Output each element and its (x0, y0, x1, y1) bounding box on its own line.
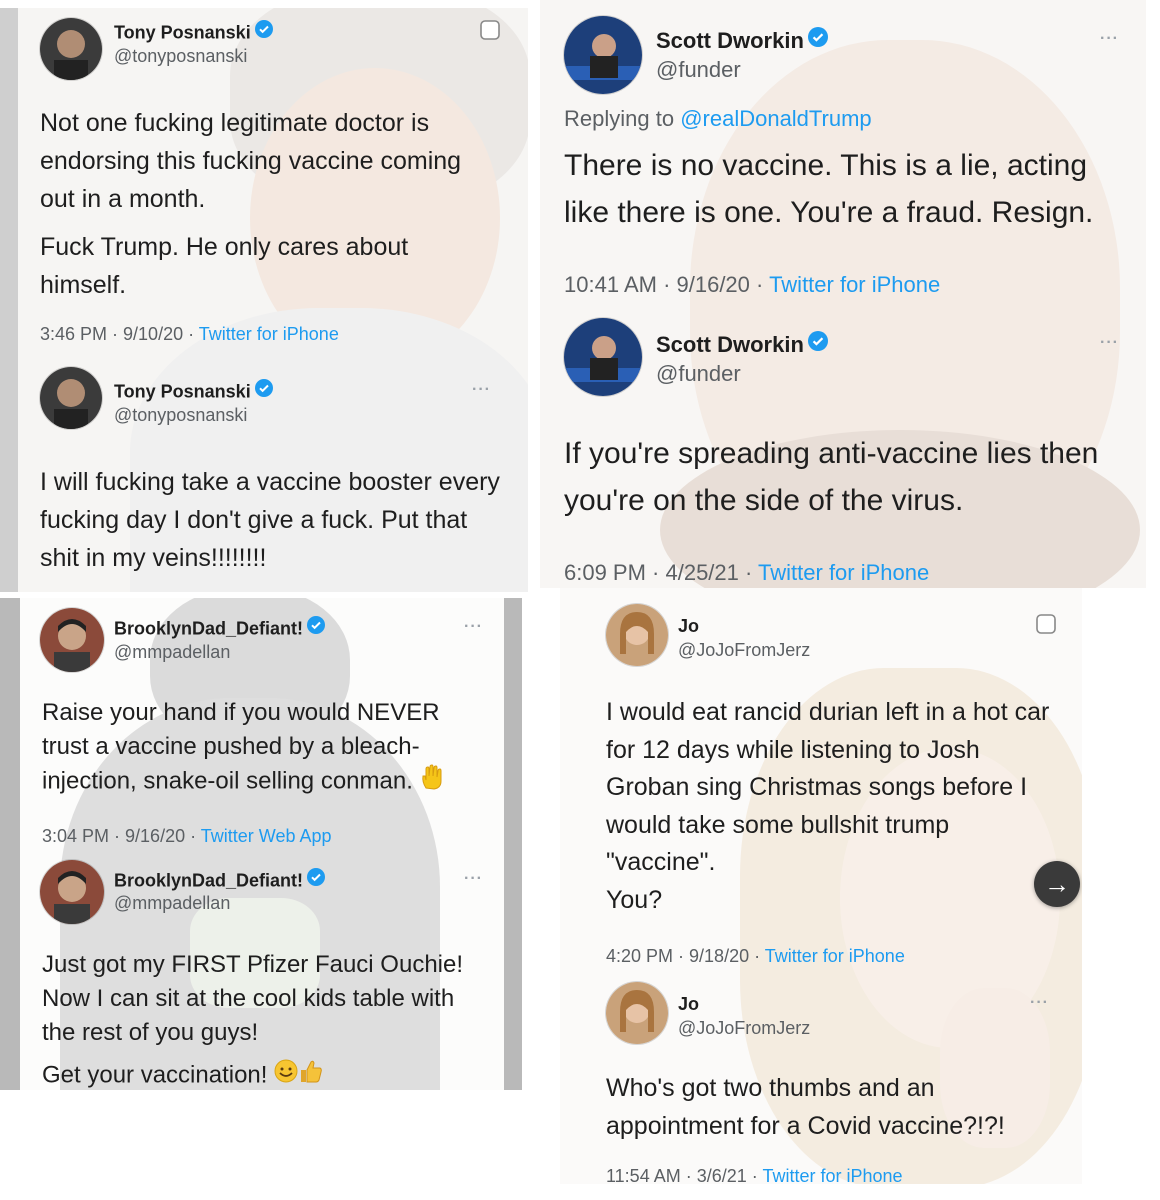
tweet-source-link[interactable]: Twitter Web App (201, 826, 332, 846)
tweet-paragraph: Get your vaccination! (42, 1058, 488, 1090)
tweet-paragraph: I would eat rancid durian left in a hot … (606, 698, 1050, 876)
tweet-paragraph: Just got my FIRST Pfizer Fauci Ouchie! N… (42, 951, 464, 1046)
tweet-paragraph: Who's got two thumbs and an appointment … (606, 1074, 1005, 1140)
tweet-paragraph: Fuck Trump. He only cares about himself. (40, 233, 409, 299)
smiling-face-emoji (274, 1059, 298, 1090)
tweet-paragraph: If you're spreading anti-vaccine lies th… (564, 437, 1099, 517)
author-name[interactable]: Jo (678, 994, 699, 1015)
author-handle[interactable]: @mmpadellan (114, 893, 230, 914)
author-handle[interactable]: @tonyposnanski (114, 46, 247, 67)
panel-scott-dworkin: Scott Dworkin @funder ··· Replying to @r… (540, 0, 1146, 588)
author-name[interactable]: Tony Posnanski (114, 20, 273, 45)
author-name[interactable]: Scott Dworkin (656, 331, 828, 359)
author-handle[interactable]: @JoJoFromJerz (678, 640, 810, 661)
thumbs-up-emoji (298, 1058, 324, 1090)
tweet-source-link[interactable]: Twitter for iPhone (769, 272, 940, 297)
tweet[interactable]: BrooklynDad_Defiant! @mmpadellan ··· Jus… (0, 856, 522, 1090)
more-options-button[interactable]: ··· (1030, 994, 1049, 1012)
author-handle[interactable]: @funder (656, 57, 741, 83)
tweet[interactable]: Scott Dworkin @funder ··· Replying to @r… (540, 0, 1146, 305)
avatar[interactable] (40, 608, 104, 672)
replying-to: Replying to @realDonaldTrump (564, 106, 872, 132)
verified-badge-icon (807, 331, 828, 357)
avatar[interactable] (564, 16, 642, 94)
tweet[interactable]: Jo @JoJoFromJerz I would eat rancid duri… (560, 588, 1082, 980)
timestamp-text: 10:41 AM · 9/16/20 · (564, 272, 770, 297)
tweet[interactable]: Jo @JoJoFromJerz ··· Who's got two thumb… (560, 980, 1082, 1184)
verified-badge-icon (307, 868, 326, 891)
raised-hand-emoji (420, 764, 444, 800)
panel-brooklyn-dad: BrooklynDad_Defiant! @mmpadellan ··· Rai… (0, 598, 522, 1090)
tweet-timestamp[interactable]: 10:41 AM · 9/16/20 · Twitter for iPhone (564, 272, 940, 298)
copy-icon[interactable] (1034, 612, 1058, 641)
tweet-text: Not one fucking legitimate doctor is end… (40, 104, 500, 304)
avatar[interactable] (606, 982, 668, 1044)
more-options-button[interactable]: ··· (1100, 334, 1119, 352)
timestamp-text: 4:20 PM · 9/18/20 · (606, 946, 765, 966)
tweet-timestamp[interactable]: 4:20 PM · 9/18/20 · Twitter for iPhone (606, 946, 905, 967)
avatar[interactable] (606, 604, 668, 666)
author-name[interactable]: Scott Dworkin (656, 27, 828, 55)
timestamp-text: 6:09 PM · 4/25/21 · (564, 560, 759, 585)
avatar[interactable] (40, 367, 102, 429)
tweet-timestamp[interactable]: 3:04 PM · 9/16/20 · Twitter Web App (42, 826, 332, 847)
author-handle[interactable]: @JoJoFromJerz (678, 1018, 810, 1039)
author-handle[interactable]: @tonyposnanski (114, 405, 247, 426)
timestamp-text: 3:46 PM · 9/10/20 · (40, 324, 199, 344)
tweet-text: If you're spreading anti-vaccine lies th… (564, 430, 1124, 524)
author-handle[interactable]: @funder (656, 361, 741, 387)
tweet-text: Just got my FIRST Pfizer Fauci Ouchie! N… (42, 948, 488, 1090)
tweet-text: I would eat rancid durian left in a hot … (606, 694, 1066, 919)
panel-tony-posnanski: Tony Posnanski @tonyposnanski Not one fu… (0, 8, 528, 592)
tweet-source-link[interactable]: Twitter for iPhone (765, 946, 905, 966)
timestamp-text: 3:04 PM · 9/16/20 · (42, 826, 201, 846)
more-options-button[interactable]: ··· (464, 618, 483, 636)
mention-link[interactable]: @realDonaldTrump (680, 106, 871, 131)
tweet[interactable]: Tony Posnanski @tonyposnanski Not one fu… (0, 8, 528, 358)
avatar[interactable] (40, 860, 104, 924)
tweet-timestamp[interactable]: 6:09 PM · 4/25/21 · Twitter for iPhone (564, 560, 929, 586)
tweet-timestamp[interactable]: 11:54 AM · 3/6/21 · Twitter for iPhone (606, 1166, 903, 1184)
copy-icon[interactable] (478, 18, 502, 47)
author-name[interactable]: BrooklynDad_Defiant! (114, 868, 326, 893)
next-arrow-button[interactable]: → (1034, 861, 1080, 907)
tweet-source-link[interactable]: Twitter for iPhone (758, 560, 929, 585)
verified-badge-icon (307, 616, 326, 639)
tweet-paragraph: I will fucking take a vaccine booster ev… (40, 468, 500, 572)
timestamp-text: 11:54 AM · 3/6/21 · (606, 1166, 763, 1184)
author-handle[interactable]: @mmpadellan (114, 642, 230, 663)
tweet-paragraph: Not one fucking legitimate doctor is end… (40, 109, 462, 213)
verified-badge-icon (807, 27, 828, 53)
avatar[interactable] (564, 318, 642, 396)
more-options-button[interactable]: ··· (464, 870, 483, 888)
more-options-button[interactable]: ··· (1100, 30, 1119, 48)
tweet-text: Raise your hand if you would NEVER trust… (42, 696, 482, 800)
tweet[interactable]: BrooklynDad_Defiant! @mmpadellan ··· Rai… (0, 598, 522, 853)
tweet-text: Who's got two thumbs and an appointment … (606, 1070, 1026, 1145)
verified-badge-icon (254, 379, 273, 402)
more-options-button[interactable]: ··· (472, 381, 491, 399)
replying-to-label: Replying to (564, 106, 681, 131)
author-name[interactable]: BrooklynDad_Defiant! (114, 616, 326, 641)
tweet-paragraph: You? (606, 885, 663, 914)
tweet[interactable]: Tony Posnanski @tonyposnanski ··· I will… (0, 363, 528, 592)
tweet-source-link[interactable]: Twitter for iPhone (762, 1166, 902, 1184)
tweet-text: There is no vaccine. This is a lie, acti… (564, 142, 1124, 236)
author-name[interactable]: Tony Posnanski (114, 379, 273, 404)
tweet-timestamp[interactable]: 3:46 PM · 9/10/20 · Twitter for iPhone (40, 324, 339, 345)
avatar[interactable] (40, 18, 102, 80)
verified-badge-icon (254, 20, 273, 43)
tweet-text: I will fucking take a vaccine booster ev… (40, 463, 510, 577)
tweet[interactable]: Scott Dworkin @funder ··· If you're spre… (540, 310, 1146, 588)
tweet-paragraph: Raise your hand if you would NEVER trust… (42, 696, 482, 800)
author-name[interactable]: Jo (678, 616, 699, 637)
tweet-paragraph: There is no vaccine. This is a lie, acti… (564, 149, 1094, 229)
tweet-source-link[interactable]: Twitter for iPhone (199, 324, 339, 344)
panel-jo: Jo @JoJoFromJerz I would eat rancid duri… (560, 588, 1082, 1184)
